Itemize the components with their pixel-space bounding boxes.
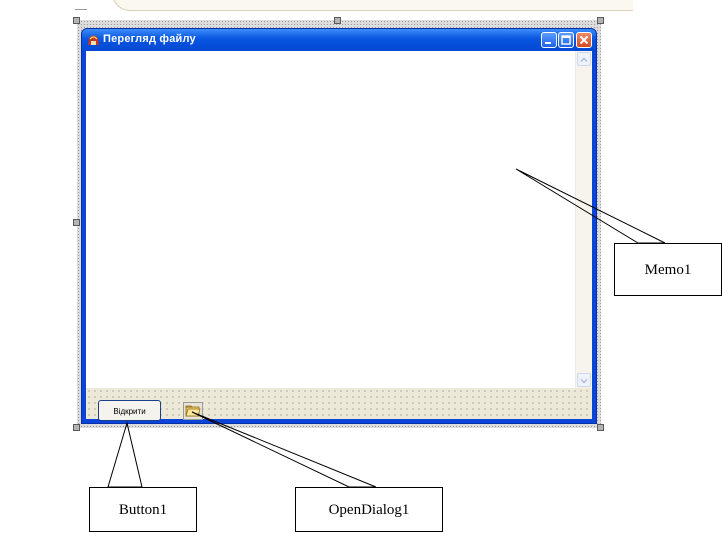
scroll-up-arrow-icon: [580, 57, 588, 62]
minimize-button[interactable]: [541, 32, 557, 48]
open-file-button[interactable]: Відкрити: [98, 400, 161, 421]
button-callout-pointer: [107, 421, 143, 488]
top-dash-decoration: [75, 9, 87, 10]
bottom-panel: Відкрити: [86, 388, 592, 421]
minimize-icon: [545, 42, 551, 44]
scroll-up-button[interactable]: [577, 52, 591, 66]
memo-callout-label: Memo1: [614, 243, 722, 296]
maximize-icon: [561, 35, 571, 45]
close-icon: [579, 35, 589, 45]
memo-vertical-scrollbar[interactable]: [575, 51, 592, 388]
resize-handle-top[interactable]: [334, 17, 341, 24]
open-dialog-folder-icon: [185, 405, 201, 417]
resize-handle-left[interactable]: [73, 219, 80, 226]
resize-handle-bottom-right[interactable]: [597, 424, 604, 431]
open-dialog-component[interactable]: [183, 402, 203, 420]
scroll-down-button[interactable]: [577, 373, 591, 387]
app-icon: [88, 35, 99, 45]
top-edge-decoration: [112, 0, 633, 11]
maximize-button[interactable]: [558, 32, 574, 48]
form-client-area: Відкрити: [86, 51, 592, 421]
resize-handle-top-right[interactable]: [597, 17, 604, 24]
memo-textarea[interactable]: [86, 51, 592, 388]
scroll-down-arrow-icon: [580, 379, 588, 384]
close-button[interactable]: [576, 32, 592, 48]
dialog-callout-label: OpenDialog1: [295, 487, 443, 532]
button-callout-label: Button1: [89, 487, 197, 532]
resize-handle-bottom-left[interactable]: [73, 424, 80, 431]
resize-handle-top-left[interactable]: [73, 17, 80, 24]
form-window: Перегляд файлу Відкрити: [81, 28, 597, 424]
title-bar[interactable]: Перегляд файлу: [82, 29, 596, 51]
window-title: Перегляд файлу: [103, 33, 196, 45]
